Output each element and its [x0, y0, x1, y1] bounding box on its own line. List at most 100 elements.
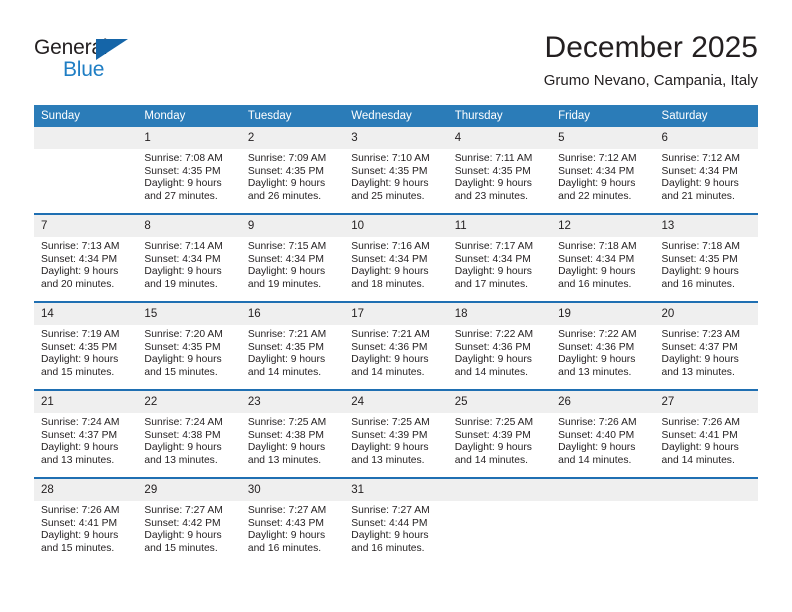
- calendar-day-cell[interactable]: 23 Sunrise: 7:25 AM Sunset: 4:38 PM Dayligh…: [240, 389, 345, 478]
- calendar-day-cell[interactable]: 29 Sunrise: 7:27 AM Sunset: 4:42 PM Dayligh…: [137, 477, 241, 565]
- day-number: 13: [654, 215, 758, 237]
- day-number: 24: [344, 391, 448, 413]
- calendar-day-cell[interactable]: 12 Sunrise: 7:18 AM Sunset: 4:34 PM Dayligh…: [551, 213, 655, 302]
- day-daylight-line2-text: and 16 minutes.: [661, 278, 735, 290]
- generalblue-logo[interactable]: General Blue: [34, 36, 154, 88]
- day-sunset-text: Sunset: 4:37 PM: [661, 341, 738, 353]
- day-number: 29: [137, 479, 241, 501]
- day-details: Sunrise: 7:10 AM Sunset: 4:35 PM Daylight:…: [344, 149, 447, 203]
- weekday-header-tuesday: Tuesday: [240, 105, 345, 127]
- day-number: [447, 479, 552, 501]
- calendar-day-cell[interactable]: 21 Sunrise: 7:24 AM Sunset: 4:37 PM Dayligh…: [34, 389, 138, 478]
- day-details: Sunrise: 7:20 AM Sunset: 4:35 PM Daylight:…: [137, 325, 240, 379]
- day-sunset-text: Sunset: 4:41 PM: [661, 429, 738, 441]
- day-sunrise-text: Sunrise: 7:26 AM: [558, 417, 637, 428]
- day-sunrise-text: Sunrise: 7:19 AM: [41, 329, 120, 340]
- day-details: Sunrise: 7:27 AM Sunset: 4:42 PM Daylight:…: [137, 501, 240, 555]
- calendar-day-cell[interactable]: 24 Sunrise: 7:25 AM Sunset: 4:39 PM Dayligh…: [344, 389, 448, 478]
- day-sunset-text: Sunset: 4:36 PM: [454, 341, 531, 353]
- calendar-day-cell[interactable]: 18 Sunrise: 7:22 AM Sunset: 4:36 PM Dayligh…: [447, 301, 552, 390]
- day-daylight-line1-text: Daylight: 9 hours: [41, 530, 119, 542]
- day-daylight-line1-text: Daylight: 9 hours: [454, 266, 532, 278]
- calendar-day-cell[interactable]: 3 Sunrise: 7:10 AM Sunset: 4:35 PM Daylight…: [344, 127, 448, 214]
- calendar-day-cell[interactable]: 14 Sunrise: 7:19 AM Sunset: 4:35 PM Dayligh…: [34, 301, 138, 390]
- day-sunrise-text: Sunrise: 7:22 AM: [454, 329, 534, 340]
- calendar-day-cell[interactable]: 2 Sunrise: 7:09 AM Sunset: 4:35 PM Daylight…: [240, 127, 345, 214]
- day-daylight-line1-text: Daylight: 9 hours: [247, 530, 326, 542]
- day-sunrise-text: Sunrise: 7:27 AM: [247, 505, 327, 516]
- day-number: [654, 479, 758, 501]
- day-number: 9: [240, 215, 345, 237]
- day-daylight-line1-text: Daylight: 9 hours: [454, 442, 532, 454]
- day-sunrise-text: Sunrise: 7:12 AM: [661, 153, 740, 164]
- day-sunrise-text: Sunrise: 7:24 AM: [41, 417, 120, 428]
- day-details: Sunrise: 7:18 AM Sunset: 4:35 PM Daylight:…: [655, 237, 758, 291]
- calendar-day-cell[interactable]: 7 Sunrise: 7:13 AM Sunset: 4:34 PM Daylight…: [34, 213, 138, 302]
- day-sunset-text: Sunset: 4:35 PM: [247, 341, 324, 353]
- calendar-day-cell[interactable]: 4 Sunrise: 7:11 AM Sunset: 4:35 PM Daylight…: [447, 127, 552, 214]
- day-daylight-line1-text: Daylight: 9 hours: [41, 354, 119, 366]
- day-number: [34, 127, 138, 149]
- day-sunset-text: Sunset: 4:34 PM: [558, 165, 635, 177]
- day-daylight-line1-text: Daylight: 9 hours: [558, 354, 636, 366]
- calendar-day-cell[interactable]: 20 Sunrise: 7:23 AM Sunset: 4:37 PM Dayligh…: [654, 301, 758, 390]
- calendar-day-cell[interactable]: 27 Sunrise: 7:26 AM Sunset: 4:41 PM Dayligh…: [654, 389, 758, 478]
- day-daylight-line1-text: Daylight: 9 hours: [558, 178, 636, 190]
- day-sunset-text: Sunset: 4:39 PM: [351, 429, 428, 441]
- calendar-day-cell[interactable]: 8 Sunrise: 7:14 AM Sunset: 4:34 PM Daylight…: [137, 213, 241, 302]
- calendar-day-cell[interactable]: 25 Sunrise: 7:25 AM Sunset: 4:39 PM Dayligh…: [447, 389, 552, 478]
- day-sunrise-text: Sunrise: 7:17 AM: [454, 241, 534, 252]
- day-daylight-line2-text: and 25 minutes.: [351, 190, 425, 202]
- day-sunset-text: Sunset: 4:34 PM: [351, 253, 428, 265]
- logo-triangle-icon: [96, 39, 128, 60]
- day-number: 17: [344, 303, 448, 325]
- calendar-day-cell[interactable]: 16 Sunrise: 7:21 AM Sunset: 4:35 PM Dayligh…: [240, 301, 345, 390]
- calendar-day-cell[interactable]: 11 Sunrise: 7:17 AM Sunset: 4:34 PM Dayligh…: [447, 213, 552, 302]
- day-sunrise-text: Sunrise: 7:13 AM: [41, 241, 120, 252]
- calendar-day-cell[interactable]: 28 Sunrise: 7:26 AM Sunset: 4:41 PM Dayligh…: [34, 477, 138, 565]
- calendar-day-cell[interactable]: 19 Sunrise: 7:22 AM Sunset: 4:36 PM Dayligh…: [551, 301, 655, 390]
- day-number: 30: [240, 479, 345, 501]
- day-daylight-line1-text: Daylight: 9 hours: [247, 266, 326, 278]
- day-details: Sunrise: 7:25 AM Sunset: 4:39 PM Daylight:…: [448, 413, 551, 467]
- calendar-grid: Sunday Monday Tuesday Wednesday Thursday…: [34, 105, 758, 565]
- calendar-day-cell[interactable]: 1 Sunrise: 7:08 AM Sunset: 4:35 PM Daylight…: [137, 127, 241, 214]
- day-number: 20: [654, 303, 758, 325]
- day-details: Sunrise: 7:13 AM Sunset: 4:34 PM Daylight:…: [34, 237, 137, 291]
- day-sunrise-text: Sunrise: 7:14 AM: [144, 241, 223, 252]
- day-daylight-line1-text: Daylight: 9 hours: [247, 442, 326, 454]
- day-number: 8: [137, 215, 241, 237]
- day-daylight-line2-text: and 13 minutes.: [661, 366, 735, 378]
- day-sunrise-text: Sunrise: 7:10 AM: [351, 153, 430, 164]
- calendar-day-cell[interactable]: 26 Sunrise: 7:26 AM Sunset: 4:40 PM Dayligh…: [551, 389, 655, 478]
- weekday-header-friday: Friday: [551, 105, 655, 127]
- day-number: 23: [240, 391, 345, 413]
- day-details: Sunrise: 7:12 AM Sunset: 4:34 PM Daylight:…: [551, 149, 654, 203]
- calendar-day-cell[interactable]: 17 Sunrise: 7:21 AM Sunset: 4:36 PM Dayligh…: [344, 301, 448, 390]
- day-number: 26: [551, 391, 655, 413]
- day-sunset-text: Sunset: 4:43 PM: [247, 517, 324, 529]
- calendar-day-cell[interactable]: 30 Sunrise: 7:27 AM Sunset: 4:43 PM Dayligh…: [240, 477, 345, 565]
- day-number: 19: [551, 303, 655, 325]
- day-daylight-line1-text: Daylight: 9 hours: [144, 354, 222, 366]
- calendar-day-cell[interactable]: 15 Sunrise: 7:20 AM Sunset: 4:35 PM Dayligh…: [137, 301, 241, 390]
- day-daylight-line1-text: Daylight: 9 hours: [351, 530, 429, 542]
- calendar-day-cell[interactable]: 31 Sunrise: 7:27 AM Sunset: 4:44 PM Dayligh…: [344, 477, 448, 565]
- day-daylight-line2-text: and 22 minutes.: [558, 190, 632, 202]
- calendar-day-cell[interactable]: 9 Sunrise: 7:15 AM Sunset: 4:34 PM Daylight…: [240, 213, 345, 302]
- calendar-day-cell[interactable]: 22 Sunrise: 7:24 AM Sunset: 4:38 PM Dayligh…: [137, 389, 241, 478]
- calendar-day-cell[interactable]: 6 Sunrise: 7:12 AM Sunset: 4:34 PM Daylight…: [654, 127, 758, 214]
- calendar-day-cell[interactable]: 5 Sunrise: 7:12 AM Sunset: 4:34 PM Daylight…: [551, 127, 655, 214]
- day-details: Sunrise: 7:21 AM Sunset: 4:36 PM Daylight:…: [344, 325, 447, 379]
- day-sunrise-text: Sunrise: 7:18 AM: [558, 241, 637, 252]
- day-sunset-text: Sunset: 4:35 PM: [661, 253, 738, 265]
- day-number: 5: [551, 127, 655, 149]
- day-daylight-line2-text: and 18 minutes.: [351, 278, 425, 290]
- calendar-day-cell[interactable]: 13 Sunrise: 7:18 AM Sunset: 4:35 PM Dayligh…: [654, 213, 758, 302]
- weekday-header-saturday: Saturday: [654, 105, 758, 127]
- day-details: Sunrise: 7:26 AM Sunset: 4:41 PM Daylight:…: [34, 501, 137, 555]
- day-daylight-line1-text: Daylight: 9 hours: [661, 354, 739, 366]
- day-sunset-text: Sunset: 4:38 PM: [247, 429, 324, 441]
- day-number: 25: [447, 391, 552, 413]
- calendar-day-cell[interactable]: 10 Sunrise: 7:16 AM Sunset: 4:34 PM Dayligh…: [344, 213, 448, 302]
